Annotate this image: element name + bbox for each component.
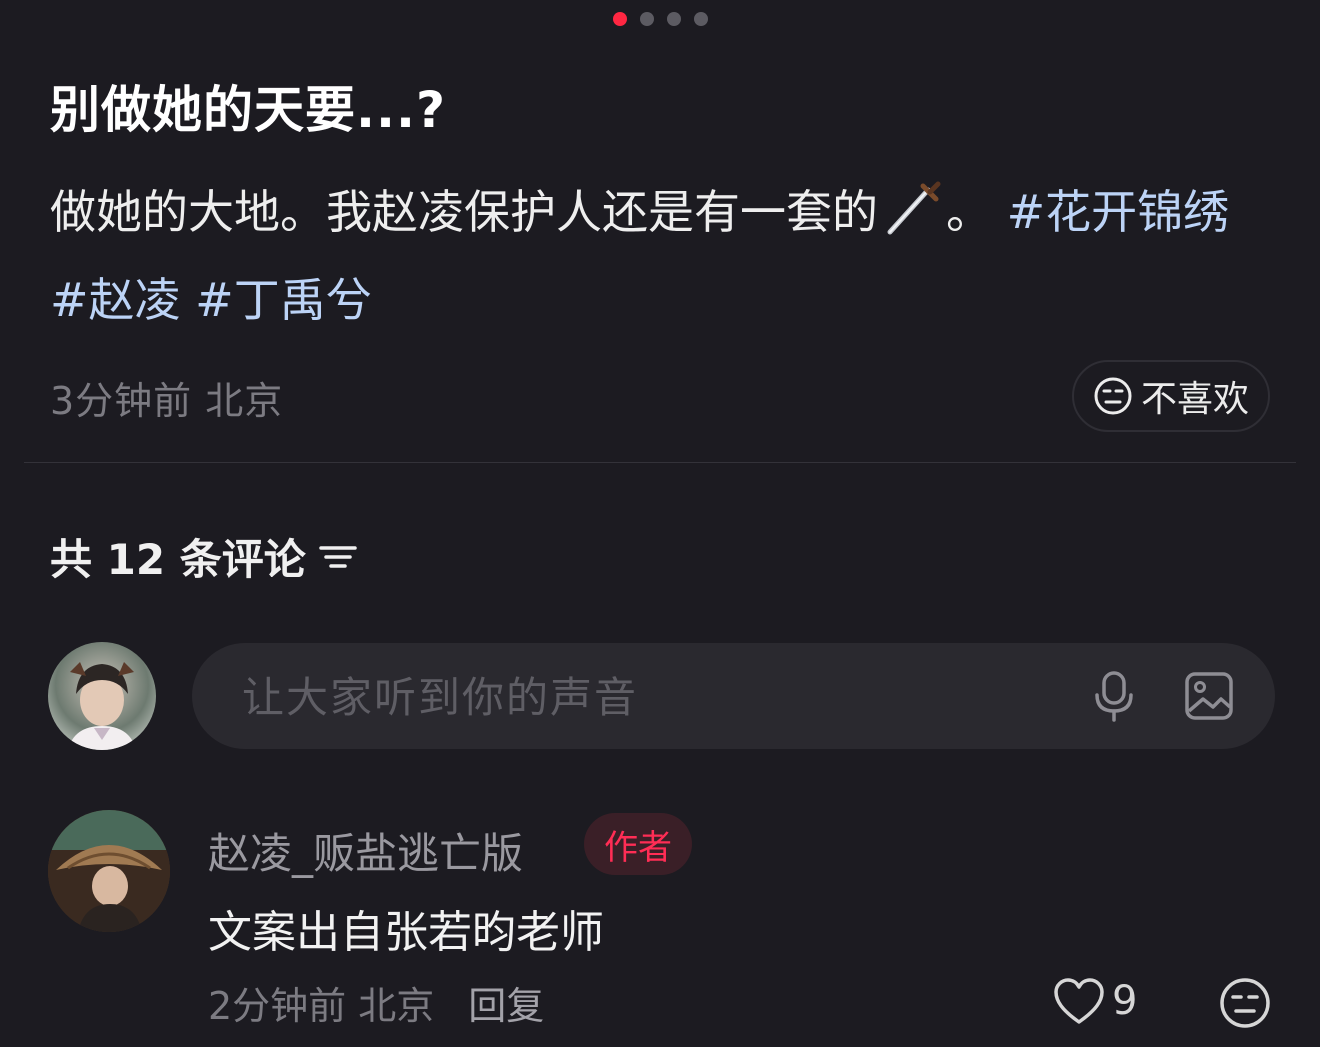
comment-text: 文案出自张若昀老师	[208, 907, 604, 958]
post-meta: 3分钟前 北京	[50, 379, 284, 423]
microphone-icon[interactable]	[1085, 667, 1143, 725]
reply-button[interactable]: 回复	[468, 975, 544, 1030]
like-count: 9	[1112, 978, 1138, 1024]
carousel-indicator	[0, 12, 1320, 26]
comments-header: 共 12 条评论	[50, 526, 358, 587]
filter-lines-icon[interactable]	[318, 540, 358, 574]
comment-username[interactable]: 赵凌_贩盐逃亡版	[208, 820, 523, 881]
avatar-image	[48, 810, 170, 932]
post-body: 做她的大地。我赵凌保护人还是有一套的 。 #花开锦绣 #赵凌 #丁禹兮	[50, 168, 1280, 344]
divider	[24, 462, 1296, 463]
hashtag-link[interactable]: #丁禹兮	[195, 273, 372, 327]
sword-icon	[887, 181, 941, 235]
hashtag-link[interactable]: #赵凌	[50, 273, 181, 327]
comment-input[interactable]	[240, 643, 1064, 751]
dislike-button[interactable]: 不喜欢	[1072, 360, 1270, 432]
carousel-dot[interactable]	[639, 12, 654, 26]
carousel-dot[interactable]	[693, 12, 708, 26]
like-button[interactable]: 9	[1052, 976, 1137, 1026]
post-detail-page: 别做她的天要...? 做她的大地。我赵凌保护人还是有一套的 。 #花开锦绣 #赵…	[0, 0, 1320, 1047]
author-badge: 作者	[584, 813, 692, 875]
current-user-avatar[interactable]	[48, 642, 156, 750]
comment-meta: 2分钟前 北京 回复	[208, 975, 544, 1030]
heart-icon	[1054, 978, 1104, 1024]
dislike-label: 不喜欢	[1140, 379, 1249, 420]
carousel-dot[interactable]	[666, 12, 681, 26]
image-upload-icon[interactable]	[1182, 669, 1236, 723]
avatar-image	[68, 662, 136, 750]
post-body-text-end: 。	[946, 185, 992, 239]
comment-count: 共 12 条评论	[50, 535, 306, 584]
post-title: 别做她的天要...?	[50, 81, 446, 139]
meh-face-icon[interactable]	[1218, 976, 1272, 1030]
carousel-dot-active[interactable]	[612, 12, 627, 26]
commenter-avatar[interactable]	[48, 810, 170, 932]
post-body-text: 做她的大地。我赵凌保护人还是有一套的	[50, 185, 878, 239]
comment-input-bar	[192, 643, 1275, 751]
comment-time-location: 2分钟前 北京	[208, 984, 435, 1028]
meh-face-icon	[1094, 377, 1132, 415]
hashtag-link[interactable]: #花开锦绣	[1007, 185, 1230, 239]
